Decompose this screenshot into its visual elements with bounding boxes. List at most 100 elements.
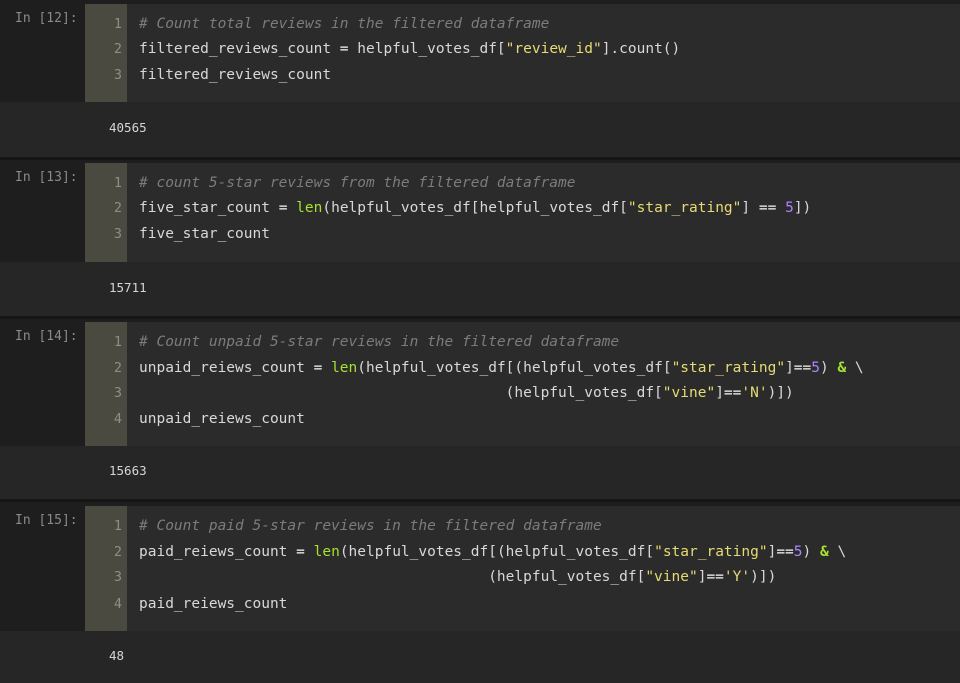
code-token: # count 5-star reviews from the filtered… xyxy=(139,175,576,191)
code-line[interactable]: paid_reiews_count = len(helpful_votes_df… xyxy=(139,540,846,565)
code-token: helpful_votes_df[ xyxy=(348,41,506,57)
code-token: unpaid_reiews_count xyxy=(139,411,305,427)
code-line[interactable]: # Count total reviews in the filtered da… xyxy=(139,12,549,37)
line-number: 3 xyxy=(113,569,122,585)
line-number: 1 xyxy=(113,175,122,191)
code-token: (helpful_votes_df[ xyxy=(139,385,663,401)
code-line[interactable]: (helpful_votes_df["vine"]=='Y')]) xyxy=(139,565,776,590)
cell-input[interactable]: 1 # Count unpaid 5-star reviews in the fi… xyxy=(85,322,960,446)
cell-input[interactable]: 1 # count 5-star reviews from the filtere… xyxy=(85,163,960,262)
code-token: 'Y' xyxy=(723,569,751,585)
line-number: 3 xyxy=(113,67,122,83)
cell-prompt: In [12]: xyxy=(15,11,78,26)
output-value: 40565 xyxy=(109,120,147,135)
code-token: (helpful_votes_df[(helpful_votes_df[ xyxy=(339,544,655,560)
cell-output: 40565 xyxy=(0,102,960,157)
code-token: ]) xyxy=(793,200,812,216)
cell-prompt: In [14]: xyxy=(15,329,78,344)
code-line[interactable]: # Count unpaid 5-star reviews in the fil… xyxy=(139,330,619,355)
code-token: ].count() xyxy=(601,41,681,57)
code-token: # Count unpaid 5-star reviews in the fil… xyxy=(139,334,620,350)
code-token: unpaid_reiews_count xyxy=(139,360,314,376)
cell-input[interactable]: 1 # Count total reviews in the filtered d… xyxy=(85,4,960,102)
line-number: 3 xyxy=(113,226,122,242)
cell-prompt: In [15]: xyxy=(15,513,78,528)
code-token: \ xyxy=(846,360,864,376)
code-line[interactable]: # count 5-star reviews from the filtered… xyxy=(139,171,576,196)
code-line[interactable]: five_star_count = len(helpful_votes_df[h… xyxy=(139,196,811,221)
code-token: = xyxy=(296,544,305,560)
code-token: ) xyxy=(820,360,838,376)
line-number: 2 xyxy=(113,360,122,376)
code-token: & xyxy=(820,544,829,560)
code-token: len xyxy=(296,200,323,216)
code-token: (helpful_votes_df[helpful_votes_df[ xyxy=(322,200,628,216)
code-token: paid_reiews_count xyxy=(139,596,288,612)
code-token: == xyxy=(723,385,742,401)
code-token: paid_reiews_count xyxy=(139,544,297,560)
code-token: "review_id" xyxy=(505,41,602,57)
line-number: 3 xyxy=(113,385,122,401)
code-token: ) xyxy=(802,544,820,560)
code-token: == xyxy=(758,200,777,216)
code-line[interactable]: (helpful_votes_df["vine"]=='N')]) xyxy=(139,381,794,406)
code-token: "vine" xyxy=(662,385,716,401)
code-token: (helpful_votes_df[(helpful_votes_df[ xyxy=(357,360,672,376)
code-token: len xyxy=(313,544,340,560)
cell-output: 48 xyxy=(0,631,960,683)
code-token: filtered_reviews_count xyxy=(139,41,340,57)
cell-prompt: In [13]: xyxy=(15,170,78,185)
code-token: 5 xyxy=(785,200,794,216)
code-token: == xyxy=(793,360,812,376)
code-token: == xyxy=(776,544,794,560)
output-value: 15663 xyxy=(109,463,147,478)
line-number: 2 xyxy=(113,200,122,216)
code-token: = xyxy=(339,41,349,57)
code-line[interactable]: five_star_count xyxy=(139,222,270,247)
code-token: == xyxy=(706,569,724,585)
line-number: 2 xyxy=(113,41,122,57)
code-token: five_star_count xyxy=(139,226,270,242)
code-line[interactable]: # Count paid 5-star reviews in the filte… xyxy=(139,514,602,539)
code-token: 5 xyxy=(811,360,820,376)
cell-divider xyxy=(0,316,960,319)
cell-output: 15711 xyxy=(0,262,960,317)
code-token: )]) xyxy=(767,385,794,401)
line-number: 4 xyxy=(113,596,122,612)
cell-divider xyxy=(0,157,960,160)
code-token: & xyxy=(837,360,847,376)
cell-divider xyxy=(0,499,960,502)
code-token: filtered_reviews_count xyxy=(139,67,332,83)
code-line[interactable]: filtered_reviews_count xyxy=(139,63,331,88)
line-number: 1 xyxy=(113,518,122,534)
cell-output: 15663 xyxy=(0,446,960,499)
code-token: len xyxy=(331,360,358,376)
notebook: In [12]: 1 # Count total reviews in the f… xyxy=(0,0,960,683)
code-token: ] xyxy=(741,200,759,216)
code-line[interactable]: unpaid_reiews_count xyxy=(139,407,305,432)
code-token: "vine" xyxy=(645,569,698,585)
code-token: "star_rating" xyxy=(671,360,786,376)
output-value: 15711 xyxy=(109,280,147,295)
code-line[interactable]: paid_reiews_count xyxy=(139,592,287,617)
line-number: 2 xyxy=(113,544,122,560)
code-token: five_star_count xyxy=(139,200,279,216)
code-token: 'N' xyxy=(741,385,768,401)
code-line[interactable]: unpaid_reiews_count = len(helpful_votes_… xyxy=(139,356,864,381)
code-token: "star_rating" xyxy=(654,544,768,560)
code-token: ] xyxy=(715,385,724,401)
cell-input[interactable]: 1 # Count paid 5-star reviews in the filt… xyxy=(85,506,960,631)
code-token: # Count paid 5-star reviews in the filte… xyxy=(139,518,602,534)
code-token: ] xyxy=(785,360,794,376)
line-number: 1 xyxy=(113,16,122,32)
code-token: # Count total reviews in the filtered da… xyxy=(139,16,550,32)
code-token: (helpful_votes_df[ xyxy=(139,569,646,585)
code-token: 5 xyxy=(793,544,803,560)
code-line[interactable]: filtered_reviews_count = helpful_votes_d… xyxy=(139,37,680,62)
line-number: 1 xyxy=(113,334,122,350)
code-token: )]) xyxy=(750,569,777,585)
